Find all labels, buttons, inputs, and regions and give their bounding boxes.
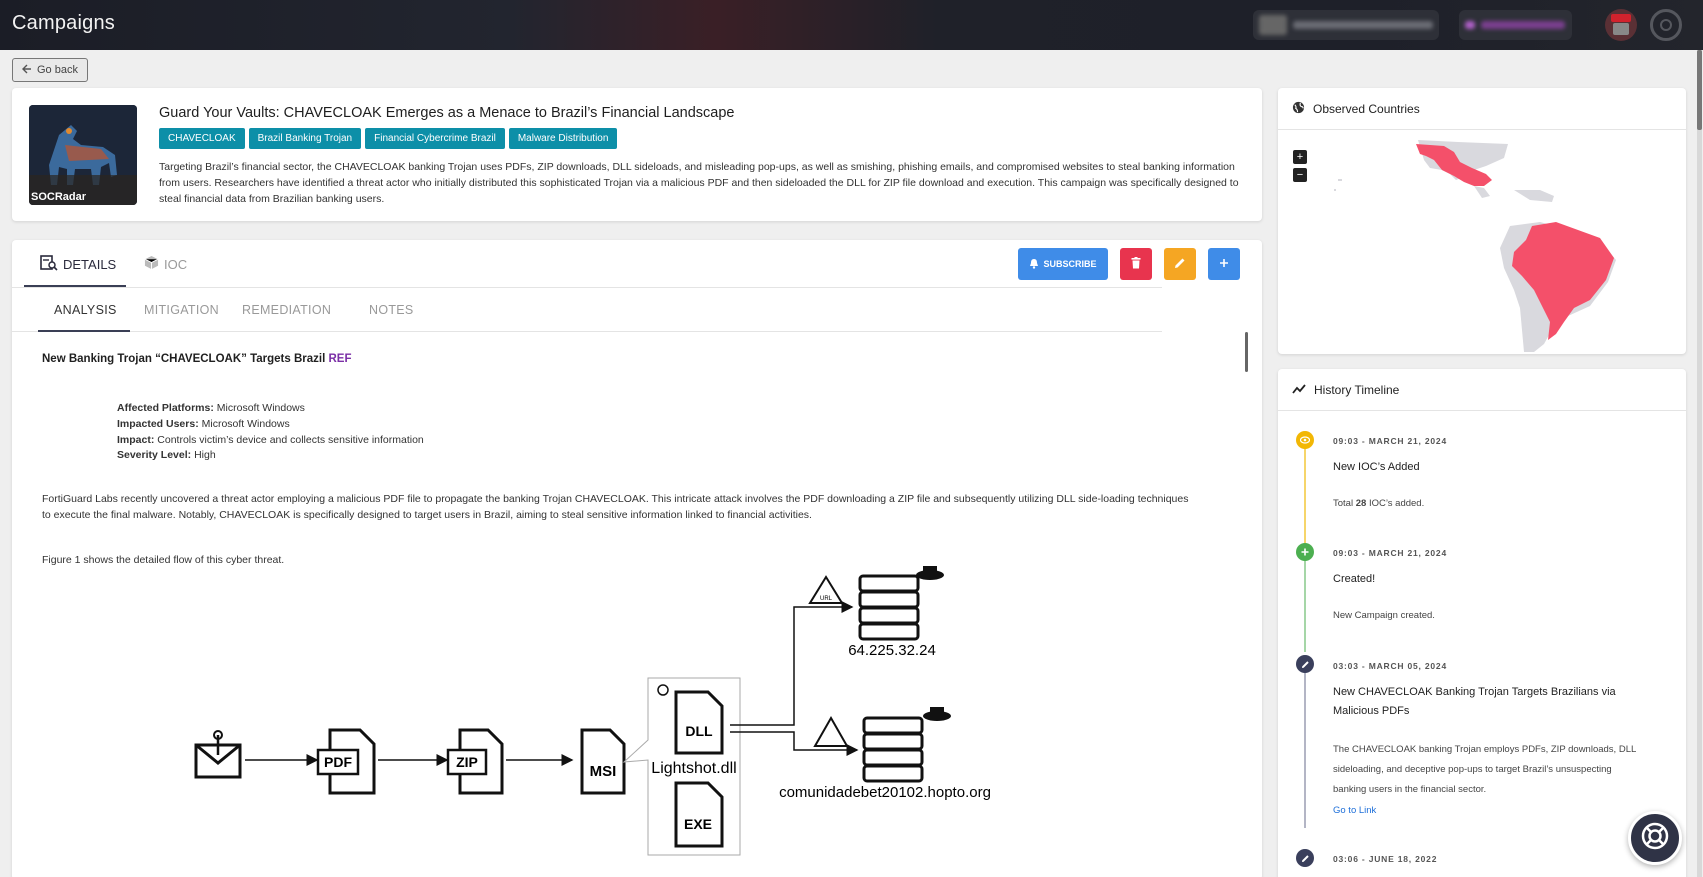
exe-label: EXE [684, 816, 712, 832]
hacker-icon-2 [923, 707, 951, 721]
tag-brazil-banking-trojan[interactable]: Brazil Banking Trojan [248, 128, 362, 149]
pencil-icon [1296, 849, 1314, 867]
timeline-date-2: 09:03 - MARCH 21, 2024 [1333, 548, 1447, 558]
timeline-desc-2: New Campaign created. [1333, 610, 1435, 621]
server-ip: 64.225.32.24 [848, 642, 936, 659]
world-map[interactable] [1278, 130, 1686, 354]
msi-file-icon: MSI [580, 728, 626, 795]
campaign-description: Targeting Brazil’s financial sector, the… [159, 161, 1239, 205]
trojan-horse-image [29, 105, 137, 205]
server-icon [858, 574, 920, 641]
observed-countries-header: Observed Countries [1278, 88, 1686, 130]
observed-countries-card: Observed Countries + − [1278, 88, 1686, 354]
timeline-desc-3: The CHAVECLOAK banking Trojan employs PD… [1333, 744, 1636, 795]
top-bar: Campaigns [0, 0, 1703, 50]
url-warning-icon: URL [808, 575, 844, 604]
organization-menu[interactable] [1459, 10, 1572, 40]
page-scrollbar[interactable] [1697, 50, 1702, 877]
msi-label: MSI [590, 763, 617, 780]
lifebuoy-icon [1640, 821, 1670, 856]
zip-file-icon: ZIP [446, 728, 504, 795]
user-account-menu[interactable] [1253, 10, 1439, 40]
email-icon [194, 730, 242, 779]
campaign-header-card: SOCRadar Guard Your Vaults: CHAVECLOAK E… [12, 88, 1262, 221]
door-warning-icon [813, 715, 849, 747]
arrow-left-icon [22, 64, 32, 77]
page-scrollbar-thumb[interactable] [1697, 50, 1702, 130]
campaign-title: Guard Your Vaults: CHAVECLOAK Emerges as… [159, 105, 735, 121]
timeline-line-2 [1304, 548, 1306, 652]
plus-icon [1296, 543, 1314, 561]
timeline-date-4: 03:06 - JUNE 18, 2022 [1333, 854, 1438, 864]
trend-line-icon [1292, 383, 1306, 397]
timeline-line-1 [1304, 436, 1306, 546]
dll-file-icon: DLL [657, 684, 724, 755]
timeline-title-2: Created! [1333, 573, 1376, 585]
account-name-blurred [1293, 21, 1433, 29]
eye-icon [1296, 431, 1314, 449]
history-timeline-card: History Timeline 09:03 - MARCH 21, 2024 … [1278, 369, 1686, 877]
go-back-button[interactable]: Go back [12, 58, 88, 82]
pdf-label: PDF [324, 754, 352, 770]
thumbnail-brand: SOCRadar [31, 191, 87, 203]
timeline-line-3 [1304, 662, 1306, 828]
dll-name: Lightshot.dll [651, 760, 736, 777]
campaign-tags: CHAVECLOAK Brazil Banking Trojan Financi… [159, 128, 618, 149]
timeline-title-1: New IOC’s Added [1333, 461, 1420, 473]
globe-icon [1292, 101, 1305, 117]
pencil-icon [1296, 655, 1314, 673]
timeline-date-1: 09:03 - MARCH 21, 2024 [1333, 436, 1447, 446]
notification-icon[interactable] [1605, 9, 1637, 41]
server-icon-2 [862, 716, 924, 783]
help-lifebuoy-button[interactable] [1628, 811, 1682, 865]
tag-malware-distribution[interactable]: Malware Distribution [508, 128, 618, 149]
server-domain: comunidadebet20102.hopto.org [779, 784, 991, 801]
tag-financial-cybercrime-brazil[interactable]: Financial Cybercrime Brazil [365, 128, 505, 149]
zip-label: ZIP [456, 754, 478, 770]
timeline-title-3: New CHAVECLOAK Banking Trojan Targets Br… [1333, 686, 1616, 717]
campaign-detail-card: DETAILS IOC SUBSCRIBE ANALYSIS MITIGATIO… [12, 240, 1262, 877]
dll-label: DLL [685, 723, 713, 739]
tag-chavecloak[interactable]: CHAVECLOAK [159, 128, 245, 149]
settings-gear-icon[interactable] [1650, 9, 1682, 41]
history-timeline-header: History Timeline [1278, 369, 1686, 411]
avatar [1259, 15, 1287, 35]
pdf-file-icon: PDF [316, 728, 376, 795]
campaign-thumbnail: SOCRadar [29, 105, 137, 205]
url-badge-label: URL [820, 596, 833, 602]
exe-file-icon: EXE [674, 781, 724, 848]
biohazard-icon [657, 684, 669, 696]
hacker-icon [916, 566, 944, 580]
attack-flow-diagram: PDF ZIP MSI DLL Lightshot.dll EXE URL 64… [194, 566, 991, 856]
go-to-link[interactable]: Go to Link [1333, 801, 1638, 821]
page-title: Campaigns [12, 12, 115, 34]
timeline-date-3: 03:03 - MARCH 05, 2024 [1333, 661, 1447, 671]
timeline-desc-1: Total 28 IOC’s added. [1333, 498, 1425, 509]
